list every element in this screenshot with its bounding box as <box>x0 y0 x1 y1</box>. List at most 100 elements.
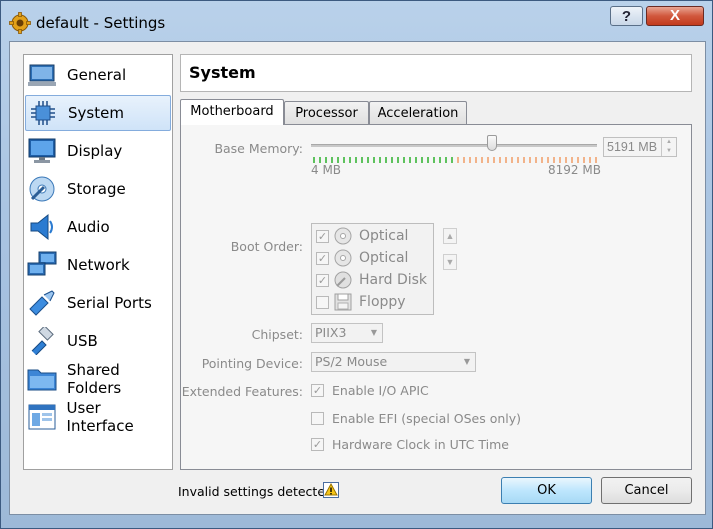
scale-tick <box>523 157 525 163</box>
general-icon <box>27 61 57 89</box>
chevron-down-icon: ▼ <box>370 328 377 337</box>
scale-tick <box>535 157 537 163</box>
system-icon <box>28 99 58 127</box>
scale-tick <box>469 157 471 163</box>
settings-window: default - Settings ? X General System Di… <box>0 0 713 529</box>
settings-gear-icon <box>9 12 31 34</box>
boot-checkbox[interactable]: ✓ <box>316 251 329 265</box>
scale-tick <box>541 157 543 163</box>
list-item[interactable]: ✓ Optical <box>316 247 408 269</box>
scale-tick <box>463 157 465 163</box>
sidebar-item-audio[interactable]: Audio <box>25 209 171 245</box>
boot-checkbox[interactable]: ✓ <box>316 229 329 243</box>
base-memory-value: 5191 MB <box>607 140 658 154</box>
scale-tick <box>517 157 519 163</box>
ok-button[interactable]: OK <box>501 477 592 504</box>
scale-tick <box>367 157 369 163</box>
scale-tick <box>379 157 381 163</box>
scale-tick <box>409 157 411 163</box>
boot-checkbox[interactable]: ✓ <box>316 273 329 287</box>
spin-arrows-icon[interactable]: ▲ ▼ <box>661 138 676 156</box>
base-memory-max-label: 8192 MB <box>548 163 601 177</box>
efi-checkbox[interactable]: Enable EFI (special OSes only) <box>311 411 521 426</box>
cancel-button[interactable]: Cancel <box>601 477 692 504</box>
base-memory-slider[interactable] <box>311 144 597 147</box>
title-bar[interactable]: default - Settings ? X <box>1 1 712 41</box>
io-apic-label: Enable I/O APIC <box>332 383 429 398</box>
scale-tick <box>529 157 531 163</box>
sidebar-item-label: Network <box>67 256 130 274</box>
scale-tick <box>457 157 459 163</box>
sidebar-item-shared-folders[interactable]: Shared Folders <box>25 361 171 397</box>
efi-label: Enable EFI (special OSes only) <box>332 411 522 426</box>
help-button[interactable]: ? <box>610 6 643 26</box>
utc-clock-checkbox[interactable]: ✓ Hardware Clock in UTC Time <box>311 437 509 452</box>
scale-tick <box>511 157 513 163</box>
audio-icon <box>27 213 57 241</box>
sidebar-item-general[interactable]: General <box>25 57 171 93</box>
network-icon <box>27 251 57 279</box>
boot-order-list[interactable]: ✓ Optical ✓ Optical ✓ Hard Disk Floppy <box>311 223 434 315</box>
scale-tick <box>355 157 357 163</box>
tab-acceleration[interactable]: Acceleration <box>369 101 467 124</box>
checkbox[interactable] <box>311 412 324 425</box>
list-item[interactable]: ✓ Hard Disk <box>316 269 427 291</box>
utc-clock-label: Hardware Clock in UTC Time <box>332 437 509 452</box>
floppy-icon <box>334 293 352 311</box>
pointing-device-label: Pointing Device: <box>201 356 303 371</box>
sidebar-item-label: Shared Folders <box>67 361 122 397</box>
dialog-body: General System Display Storage Audio Net… <box>9 41 706 515</box>
sidebar-item-label: Display <box>67 142 123 160</box>
sidebar-item-system[interactable]: System <box>25 95 171 131</box>
scale-tick <box>403 157 405 163</box>
status-message: Invalid settings detected <box>178 484 333 499</box>
scale-tick <box>427 157 429 163</box>
sidebar-item-user-interface[interactable]: User Interface <box>25 399 171 435</box>
checkbox[interactable]: ✓ <box>311 438 324 451</box>
tab-processor[interactable]: Processor <box>284 101 369 124</box>
base-memory-spinbox[interactable]: 5191 MB ▲ ▼ <box>603 137 677 157</box>
motherboard-panel: Base Memory: 4 MB 8192 MB 5191 MB ▲ ▼ Boo… <box>180 124 692 470</box>
base-memory-slider-thumb[interactable] <box>487 135 498 151</box>
list-item[interactable]: ✓ Optical <box>316 225 408 247</box>
base-memory-label: Base Memory: <box>214 141 303 156</box>
display-icon <box>27 137 57 165</box>
sidebar-item-label: Storage <box>67 180 126 198</box>
sidebar-item-display[interactable]: Display <box>25 133 171 169</box>
sidebar-item-label: Serial Ports <box>67 294 152 312</box>
scale-tick <box>415 157 417 163</box>
io-apic-checkbox[interactable]: ✓ Enable I/O APIC <box>311 383 429 398</box>
scale-tick <box>499 157 501 163</box>
tab-motherboard[interactable]: Motherboard <box>180 99 284 125</box>
scale-tick <box>445 157 447 163</box>
sidebar-item-serial-ports[interactable]: Serial Ports <box>25 285 171 321</box>
scale-tick <box>361 157 363 163</box>
hard-disk-icon <box>334 271 352 289</box>
chevron-down-icon: ▼ <box>463 357 470 366</box>
move-up-icon[interactable]: ▲ <box>443 228 457 244</box>
usb-icon <box>27 327 57 355</box>
scale-tick <box>397 157 399 163</box>
page-title: System <box>189 63 256 82</box>
warning-icon[interactable] <box>323 482 339 498</box>
pointing-device-select[interactable]: PS/2 Mouse ▼ <box>311 352 476 372</box>
sidebar-item-label: General <box>67 66 127 84</box>
boot-checkbox[interactable] <box>316 295 329 309</box>
chipset-value: PIIX3 <box>315 325 347 340</box>
scale-tick <box>493 157 495 163</box>
sidebar-item-network[interactable]: Network <box>25 247 171 283</box>
serial-ports-icon <box>27 289 57 317</box>
sidebar-item-storage[interactable]: Storage <box>25 171 171 207</box>
base-memory-min-label: 4 MB <box>311 163 342 177</box>
close-button[interactable]: X <box>646 6 704 26</box>
move-down-icon[interactable]: ▼ <box>443 254 457 270</box>
sidebar-item-label: Audio <box>67 218 110 236</box>
sidebar-item-usb[interactable]: USB <box>25 323 171 359</box>
chipset-select[interactable]: PIIX3 ▼ <box>311 323 383 343</box>
scale-tick <box>505 157 507 163</box>
list-item[interactable]: Floppy <box>316 291 406 313</box>
checkbox[interactable]: ✓ <box>311 384 324 397</box>
scale-tick <box>451 157 453 163</box>
optical-disc-icon <box>334 249 352 267</box>
scale-tick <box>475 157 477 163</box>
